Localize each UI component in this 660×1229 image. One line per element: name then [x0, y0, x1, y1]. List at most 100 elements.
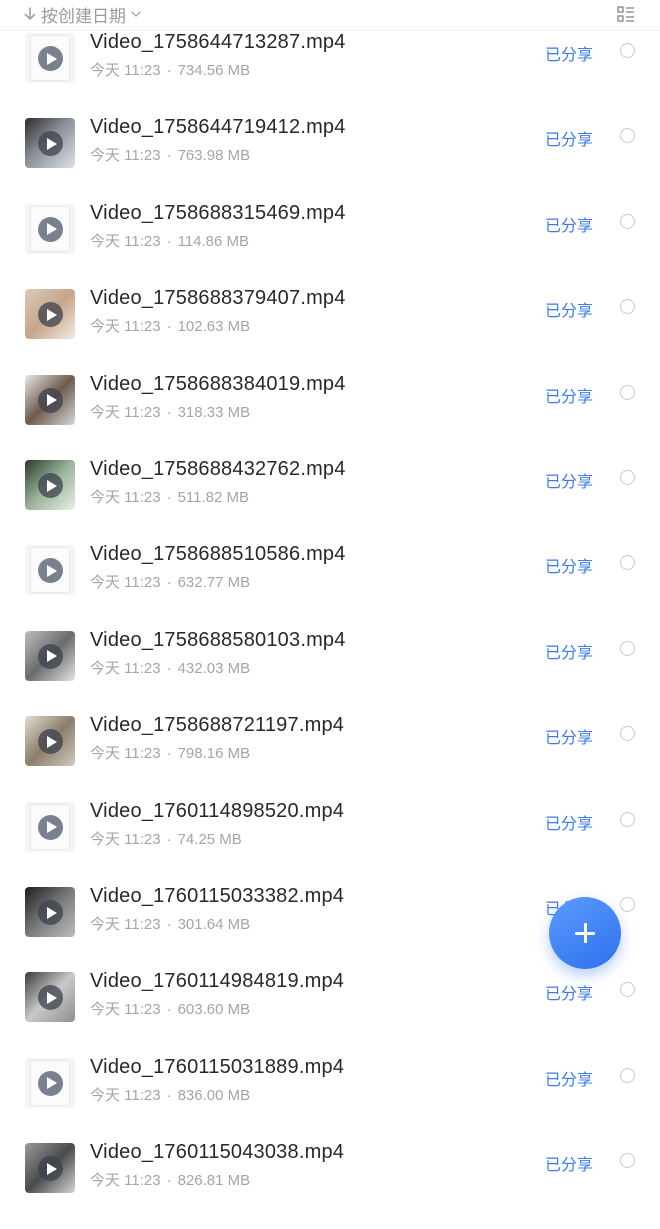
- video-thumbnail[interactable]: [25, 630, 75, 681]
- play-icon: [38, 643, 63, 669]
- select-checkbox[interactable]: [620, 1067, 635, 1083]
- select-checkbox[interactable]: [620, 555, 635, 571]
- share-status[interactable]: 已分享: [545, 297, 593, 321]
- play-icon: [38, 729, 63, 755]
- file-name[interactable]: Video_1758688580103.mp4: [90, 629, 346, 652]
- video-thumbnail[interactable]: [25, 374, 75, 425]
- file-name[interactable]: Video_1758688384019.mp4: [90, 373, 346, 396]
- file-row[interactable]: Video_1760115031889.mp4 今天 11:23 · 836.00 M…: [0, 1056, 660, 1144]
- share-status[interactable]: 已分享: [545, 980, 593, 1004]
- share-status[interactable]: 已分享: [545, 126, 593, 150]
- select-checkbox[interactable]: [620, 897, 635, 912]
- share-status[interactable]: 已分享: [545, 468, 593, 492]
- file-date: 今天 11:23: [90, 62, 161, 79]
- file-name[interactable]: Video_1760115031889.mp4: [90, 1056, 344, 1079]
- select-checkbox[interactable]: [620, 982, 635, 998]
- select-checkbox[interactable]: [620, 640, 635, 656]
- file-row[interactable]: Video_1760114898520.mp4 今天 11:23 · 74.25 MB…: [0, 800, 660, 888]
- file-size: 603.60 MB: [177, 1001, 251, 1019]
- share-status[interactable]: 已分享: [545, 1066, 593, 1090]
- select-checkbox[interactable]: [620, 1153, 635, 1169]
- file-meta: 今天 11:23 · 826.81 MB: [90, 1169, 250, 1190]
- file-name[interactable]: Video_1760115033382.mp4: [90, 885, 344, 908]
- file-size: 798.16 MB: [177, 745, 251, 763]
- play-icon: [38, 985, 63, 1011]
- file-name[interactable]: Video_1760114984819.mp4: [90, 970, 344, 993]
- video-thumbnail[interactable]: [25, 33, 75, 83]
- file-row[interactable]: Video_1758644719412.mp4 今天 11:23 · 763.98 M…: [0, 116, 660, 204]
- select-checkbox[interactable]: [620, 213, 635, 229]
- file-name[interactable]: Video_1758688510586.mp4: [90, 543, 346, 566]
- file-row[interactable]: Video_1758688721197.mp4 今天 11:23 · 798.16 M…: [0, 714, 660, 802]
- file-date: 今天 11:23: [90, 232, 161, 250]
- file-row[interactable]: Video_1760115043038.mp4 今天 11:23 · 826.81 M…: [0, 1141, 660, 1229]
- file-date: 今天 11:23: [90, 1001, 161, 1019]
- video-thumbnail[interactable]: [25, 1143, 75, 1194]
- video-thumbnail[interactable]: [25, 887, 75, 937]
- file-name[interactable]: Video_1758644719412.mp4: [90, 116, 346, 139]
- file-date: 今天 11:23: [90, 1172, 161, 1190]
- play-icon: [38, 900, 63, 925]
- file-size: 318.33 MB: [177, 403, 251, 421]
- file-row[interactable]: Video_1758688432762.mp4 今天 11:23 · 511.82 M…: [0, 458, 660, 546]
- file-row[interactable]: Video_1758688379407.mp4 今天 11:23 · 102.63 M…: [0, 287, 660, 375]
- file-size: 632.77 MB: [177, 574, 251, 592]
- video-thumbnail[interactable]: [25, 801, 75, 852]
- video-thumbnail[interactable]: [25, 716, 75, 767]
- select-checkbox[interactable]: [620, 726, 635, 742]
- file-name[interactable]: Video_1758688721197.mp4: [90, 714, 344, 737]
- share-status[interactable]: 已分享: [545, 1151, 593, 1175]
- file-meta: 今天 11:23 · 432.03 MB: [90, 657, 250, 678]
- file-name[interactable]: Video_1760114898520.mp4: [90, 800, 344, 823]
- file-date: 今天 11:23: [90, 147, 161, 165]
- select-checkbox[interactable]: [620, 43, 635, 58]
- file-size: 826.81 MB: [177, 1172, 251, 1190]
- share-status[interactable]: 已分享: [545, 383, 593, 407]
- video-thumbnail[interactable]: [25, 289, 75, 340]
- share-status[interactable]: 已分享: [545, 553, 593, 577]
- meta-separator: ·: [166, 1001, 172, 1019]
- video-thumbnail[interactable]: [25, 118, 75, 169]
- select-checkbox[interactable]: [620, 470, 635, 485]
- sort-by-button[interactable]: 按创建日期: [24, 3, 141, 26]
- file-name[interactable]: Video_1758688315469.mp4: [90, 202, 346, 225]
- file-row[interactable]: Video_1760114984819.mp4 今天 11:23 · 603.60 M…: [0, 970, 660, 1058]
- file-row[interactable]: Video_1758688315469.mp4 今天 11:23 · 114.86 M…: [0, 202, 660, 290]
- select-checkbox[interactable]: [620, 299, 635, 315]
- video-thumbnail[interactable]: [25, 972, 75, 1023]
- share-status[interactable]: 已分享: [545, 724, 593, 748]
- file-meta: 今天 11:23 · 318.33 MB: [90, 401, 250, 422]
- select-checkbox[interactable]: [620, 811, 635, 827]
- file-date: 今天 11:23: [90, 830, 161, 848]
- play-icon: [38, 387, 63, 413]
- file-date: 今天 11:23: [90, 403, 161, 421]
- share-status[interactable]: 已分享: [545, 212, 593, 236]
- file-name[interactable]: Video_1760115043038.mp4: [90, 1141, 344, 1164]
- file-size: 114.86 MB: [177, 232, 250, 250]
- add-button[interactable]: [549, 897, 621, 969]
- video-thumbnail[interactable]: [25, 460, 75, 510]
- file-name[interactable]: Video_1758688379407.mp4: [90, 287, 346, 310]
- file-date: 今天 11:23: [90, 489, 161, 506]
- file-row[interactable]: Video_1758688580103.mp4 今天 11:23 · 432.03 M…: [0, 629, 660, 717]
- file-size: 511.82 MB: [177, 489, 250, 506]
- video-thumbnail[interactable]: [25, 203, 75, 254]
- video-thumbnail[interactable]: [25, 545, 75, 596]
- file-size: 836.00 MB: [177, 1086, 251, 1104]
- meta-separator: ·: [166, 830, 172, 848]
- file-meta: 今天 11:23 · 603.60 MB: [90, 998, 250, 1019]
- share-status[interactable]: 已分享: [545, 810, 593, 834]
- video-thumbnail[interactable]: [25, 1057, 75, 1108]
- file-row[interactable]: Video_1758644713287.mp4 今天 11:23 · 734.56 M…: [0, 31, 660, 119]
- share-status[interactable]: 已分享: [545, 639, 593, 663]
- select-checkbox[interactable]: [620, 128, 635, 144]
- file-row[interactable]: Video_1758688384019.mp4 今天 11:23 · 318.33 M…: [0, 373, 660, 461]
- file-name[interactable]: Video_1758688432762.mp4: [90, 458, 346, 481]
- meta-separator: ·: [166, 403, 172, 421]
- file-name[interactable]: Video_1758644713287.mp4: [90, 31, 346, 54]
- select-checkbox[interactable]: [620, 384, 635, 400]
- list-view-icon[interactable]: [616, 5, 636, 25]
- file-row[interactable]: Video_1758688510586.mp4 今天 11:23 · 632.77 M…: [0, 543, 660, 631]
- chevron-down-icon: [131, 10, 141, 18]
- share-status[interactable]: 已分享: [545, 41, 593, 65]
